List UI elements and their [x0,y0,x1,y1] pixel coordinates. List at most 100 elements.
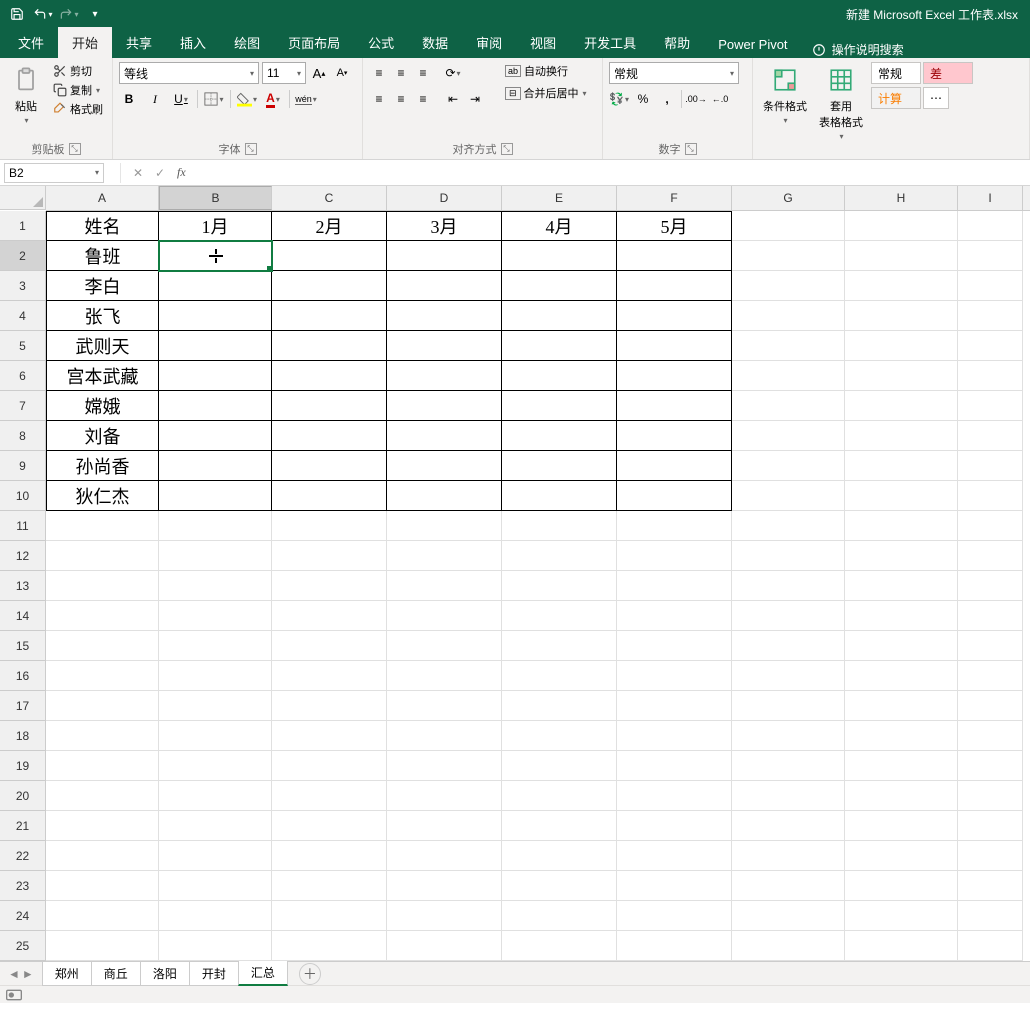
copy-button[interactable]: 复制▾ [50,81,106,99]
cell-H7[interactable] [845,391,958,421]
row-header-7[interactable]: 7 [0,391,46,421]
row-header-15[interactable]: 15 [0,631,46,661]
cell-C18[interactable] [272,721,387,751]
cell-H10[interactable] [845,481,958,511]
cell-A1[interactable]: 姓名 [46,211,159,241]
cell-C19[interactable] [272,751,387,781]
tell-me-search[interactable]: 操作说明搜索 [812,41,904,58]
tab-help[interactable]: 帮助 [650,27,704,58]
comma-format-icon[interactable]: , [657,89,677,109]
cell-B19[interactable] [159,751,272,781]
tab-data[interactable]: 数据 [408,27,462,58]
cell-F18[interactable] [617,721,732,751]
cell-C1[interactable]: 2月 [272,211,387,241]
cell-B22[interactable] [159,841,272,871]
cell-F17[interactable] [617,691,732,721]
cell-E20[interactable] [502,781,617,811]
tab-view[interactable]: 视图 [516,27,570,58]
cell-A19[interactable] [46,751,159,781]
cell-G16[interactable] [732,661,845,691]
cell-D4[interactable] [387,301,502,331]
col-header-C[interactable]: C [272,186,387,210]
cell-C7[interactable] [272,391,387,421]
cell-F22[interactable] [617,841,732,871]
cell-style-more[interactable]: ⋯ [923,87,949,109]
col-header-F[interactable]: F [617,186,732,210]
cell-A12[interactable] [46,541,159,571]
cell-A22[interactable] [46,841,159,871]
enter-formula-icon[interactable]: ✓ [149,163,171,183]
cell-H11[interactable] [845,511,958,541]
cell-E5[interactable] [502,331,617,361]
cell-G11[interactable] [732,511,845,541]
qat-customize-icon[interactable]: ▾ [84,3,106,25]
cell-I19[interactable] [958,751,1023,781]
cell-F10[interactable] [617,481,732,511]
cell-style-general[interactable]: 常规 [871,62,921,84]
cell-B9[interactable] [159,451,272,481]
cell-D16[interactable] [387,661,502,691]
accounting-format-icon[interactable]: 💱▾ [609,89,629,109]
cell-D2[interactable] [387,241,502,271]
cell-E24[interactable] [502,901,617,931]
wrap-text-button[interactable]: ab自动换行 [502,62,590,80]
cell-I5[interactable] [958,331,1023,361]
row-header-17[interactable]: 17 [0,691,46,721]
fx-icon[interactable]: fx [171,165,192,180]
cell-F3[interactable] [617,271,732,301]
cell-B20[interactable] [159,781,272,811]
clipboard-launcher-icon[interactable]: ⤡ [69,143,81,155]
cell-F23[interactable] [617,871,732,901]
cell-C2[interactable] [272,241,387,271]
cell-B8[interactable] [159,421,272,451]
merge-center-button[interactable]: ⊟合并后居中▾ [502,84,590,102]
cell-E8[interactable] [502,421,617,451]
col-header-I[interactable]: I [958,186,1023,210]
cell-D23[interactable] [387,871,502,901]
cell-F13[interactable] [617,571,732,601]
row-header-22[interactable]: 22 [0,841,46,871]
cell-A10[interactable]: 狄仁杰 [46,481,159,511]
cell-H12[interactable] [845,541,958,571]
cell-I17[interactable] [958,691,1023,721]
cell-G25[interactable] [732,931,845,961]
row-header-6[interactable]: 6 [0,361,46,391]
cell-H4[interactable] [845,301,958,331]
cell-H17[interactable] [845,691,958,721]
undo-icon[interactable]: ▾ [32,3,54,25]
cell-C25[interactable] [272,931,387,961]
cell-G4[interactable] [732,301,845,331]
cell-F19[interactable] [617,751,732,781]
row-header-21[interactable]: 21 [0,811,46,841]
cell-E6[interactable] [502,361,617,391]
cell-F15[interactable] [617,631,732,661]
cell-F25[interactable] [617,931,732,961]
col-header-D[interactable]: D [387,186,502,210]
cell-F11[interactable] [617,511,732,541]
cell-E25[interactable] [502,931,617,961]
font-launcher-icon[interactable]: ⤡ [245,143,257,155]
cell-H20[interactable] [845,781,958,811]
cell-D6[interactable] [387,361,502,391]
sheet-tab-郑州[interactable]: 郑州 [42,962,92,986]
row-header-5[interactable]: 5 [0,331,46,361]
row-header-1[interactable]: 1 [0,211,46,241]
cell-I22[interactable] [958,841,1023,871]
cell-E16[interactable] [502,661,617,691]
cell-C12[interactable] [272,541,387,571]
formula-input[interactable] [192,163,1030,183]
cell-C22[interactable] [272,841,387,871]
row-header-9[interactable]: 9 [0,451,46,481]
cell-G12[interactable] [732,541,845,571]
cell-C21[interactable] [272,811,387,841]
cell-F24[interactable] [617,901,732,931]
cell-B16[interactable] [159,661,272,691]
cell-F16[interactable] [617,661,732,691]
cell-F4[interactable] [617,301,732,331]
cell-G19[interactable] [732,751,845,781]
cell-A15[interactable] [46,631,159,661]
orientation-icon[interactable]: ⟳▾ [443,63,463,83]
cell-H9[interactable] [845,451,958,481]
tab-powerpivot[interactable]: Power Pivot [704,31,801,58]
cell-G1[interactable] [732,211,845,241]
